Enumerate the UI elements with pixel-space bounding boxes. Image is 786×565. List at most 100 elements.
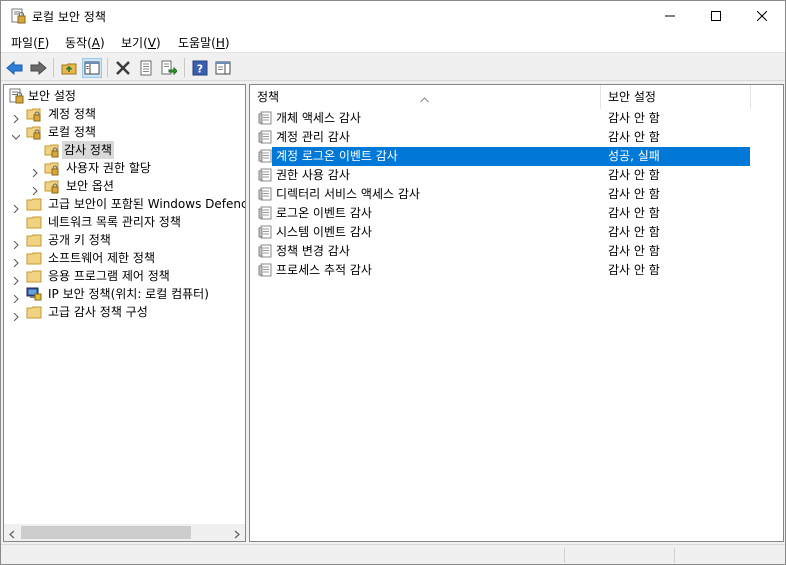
menu-help-key: H	[215, 36, 225, 50]
tree-item-label: 공개 키 정책	[48, 233, 111, 247]
minimize-button[interactable]	[647, 1, 693, 31]
list-row[interactable]: 권한 사용 감사 감사 안 함	[256, 166, 750, 185]
policy-item-icon	[258, 187, 273, 202]
maximize-icon	[711, 11, 721, 21]
tree-root-label: 보안 설정	[28, 89, 76, 103]
security-settings-icon	[8, 88, 24, 104]
tree-item-label: 보안 옵션	[66, 179, 114, 193]
tree-item-application-control[interactable]: 응용 프로그램 제어 정책	[4, 267, 245, 286]
policy-item-icon	[258, 149, 273, 164]
help-icon: ?	[192, 60, 208, 76]
policy-item-icon	[258, 244, 273, 259]
list-row[interactable]: 개체 액세스 감사 감사 안 함	[256, 109, 750, 128]
chevron-right-icon[interactable]	[31, 164, 39, 178]
list-row[interactable]: 로그온 이벤트 감사 감사 안 함	[256, 204, 750, 223]
up-one-level-button[interactable]	[59, 58, 79, 78]
tree-item-label: 소프트웨어 제한 정책	[48, 251, 155, 265]
policy-setting: 감사 안 함	[608, 244, 660, 258]
policy-setting: 감사 안 함	[608, 187, 660, 201]
back-button[interactable]	[5, 58, 25, 78]
policy-name: 개체 액세스 감사	[276, 111, 361, 125]
policy-setting: 감사 안 함	[608, 206, 660, 220]
export-list-icon	[161, 60, 177, 76]
list-row[interactable]: 시스템 이벤트 감사 감사 안 함	[256, 223, 750, 242]
toolbar-separator	[107, 58, 108, 77]
close-button[interactable]	[739, 1, 785, 31]
policy-name: 로그온 이벤트 감사	[276, 206, 372, 220]
policy-item-icon	[258, 225, 273, 240]
properties-button[interactable]	[136, 58, 156, 78]
tree-view: 보안 설정 계정 정책 로컬 정책 감사 정책 사용자 권한 할당 보안 옵션 …	[4, 85, 245, 525]
column-header-security-setting[interactable]: 보안 설정	[601, 85, 751, 109]
scroll-right-icon[interactable]	[232, 528, 241, 539]
tree-item-public-key-policies[interactable]: 공개 키 정책	[4, 231, 245, 250]
chevron-right-icon[interactable]	[12, 254, 20, 268]
chevron-right-icon[interactable]	[12, 308, 20, 322]
menu-view[interactable]: 보기(V)	[121, 34, 161, 51]
tree-item-account-policies[interactable]: 계정 정책	[4, 105, 245, 124]
back-arrow-icon	[6, 60, 23, 76]
column-header-policy-label: 정책	[257, 90, 280, 104]
list-row-selected[interactable]: 계정 로그온 이벤트 감사 성공, 실패	[256, 147, 750, 166]
chevron-right-icon[interactable]	[12, 200, 20, 214]
menu-file-key: F	[37, 36, 45, 50]
menu-action[interactable]: 동작(A)	[65, 34, 105, 51]
policy-item-icon	[258, 168, 273, 183]
show-hide-console-tree-button[interactable]	[82, 58, 102, 78]
tree-item-network-list-manager[interactable]: 네트워크 목록 관리자 정책	[4, 213, 245, 231]
horizontal-scrollbar[interactable]	[4, 524, 245, 541]
chevron-right-icon[interactable]	[12, 272, 20, 286]
list-row[interactable]: 프로세스 추적 감사 감사 안 함	[256, 261, 750, 280]
tree-item-software-restriction[interactable]: 소프트웨어 제한 정책	[4, 249, 245, 268]
toolbar-separator	[53, 58, 54, 77]
list-row[interactable]: 정책 변경 감사 감사 안 함	[256, 242, 750, 261]
export-list-button[interactable]	[159, 58, 179, 78]
details-pane[interactable]: 정책 보안 설정 개체 액세스 감사 감사 안 함 계정 관리 감사 감사 안 …	[249, 84, 784, 542]
console-tree-pane[interactable]: 보안 설정 계정 정책 로컬 정책 감사 정책 사용자 권한 할당 보안 옵션 …	[3, 84, 246, 542]
folder-icon	[26, 196, 42, 212]
policy-name: 정책 변경 감사	[276, 244, 350, 258]
list-row[interactable]: 계정 관리 감사 감사 안 함	[256, 128, 750, 147]
delete-button[interactable]	[113, 58, 133, 78]
tree-root-security-settings[interactable]: 보안 설정	[4, 87, 245, 105]
tree-item-advanced-audit-policy[interactable]: 고급 감사 정책 구성	[4, 303, 245, 322]
tree-item-local-policies[interactable]: 로컬 정책	[4, 123, 245, 141]
show-hide-tree-icon	[84, 61, 100, 75]
maximize-button[interactable]	[693, 1, 739, 31]
title-bar[interactable]: 로컬 보안 정책	[1, 1, 785, 31]
policy-setting: 감사 안 함	[608, 263, 660, 277]
chevron-right-icon[interactable]	[31, 182, 39, 196]
status-bar	[1, 544, 785, 564]
tree-item-label: 고급 보안이 포함된 Windows Defenc	[48, 197, 245, 211]
tree-item-ip-security-policies[interactable]: IP 보안 정책(위치: 로컬 컴퓨터)	[4, 285, 245, 304]
scroll-left-icon[interactable]	[8, 528, 17, 539]
folder-icon	[26, 268, 42, 284]
status-separator	[564, 548, 565, 563]
menu-help[interactable]: 도움말(H)	[178, 34, 230, 51]
policy-setting: 성공, 실패	[608, 149, 660, 163]
menu-file-end: )	[44, 36, 50, 50]
chevron-down-icon[interactable]	[11, 128, 21, 140]
tree-item-windows-defender-firewall[interactable]: 고급 보안이 포함된 Windows Defenc	[4, 195, 245, 214]
tree-item-label: 사용자 권한 할당	[66, 161, 151, 175]
view-button[interactable]	[213, 58, 233, 78]
policy-name: 시스템 이벤트 감사	[276, 225, 372, 239]
chevron-right-icon[interactable]	[12, 236, 20, 250]
tree-item-user-rights-assignment[interactable]: 사용자 권한 할당	[4, 159, 245, 178]
scrollbar-thumb[interactable]	[21, 526, 191, 539]
view-icon	[215, 61, 231, 75]
close-icon	[757, 11, 767, 21]
tree-item-label: 로컬 정책	[48, 125, 96, 139]
tree-item-security-options[interactable]: 보안 옵션	[4, 177, 245, 196]
menu-action-end: )	[99, 36, 105, 50]
tree-item-audit-policy[interactable]: 감사 정책	[4, 141, 245, 159]
chevron-right-icon[interactable]	[12, 290, 20, 304]
menu-file[interactable]: 파일(F)	[11, 34, 49, 51]
chevron-right-icon[interactable]	[12, 110, 20, 124]
policy-item-icon	[258, 206, 273, 221]
list-row[interactable]: 디렉터리 서비스 액세스 감사 감사 안 함	[256, 185, 750, 204]
help-button[interactable]: ?	[190, 58, 210, 78]
column-header-policy[interactable]: 정책	[250, 85, 601, 109]
forward-button[interactable]	[28, 58, 48, 78]
policy-item-icon	[258, 111, 273, 126]
